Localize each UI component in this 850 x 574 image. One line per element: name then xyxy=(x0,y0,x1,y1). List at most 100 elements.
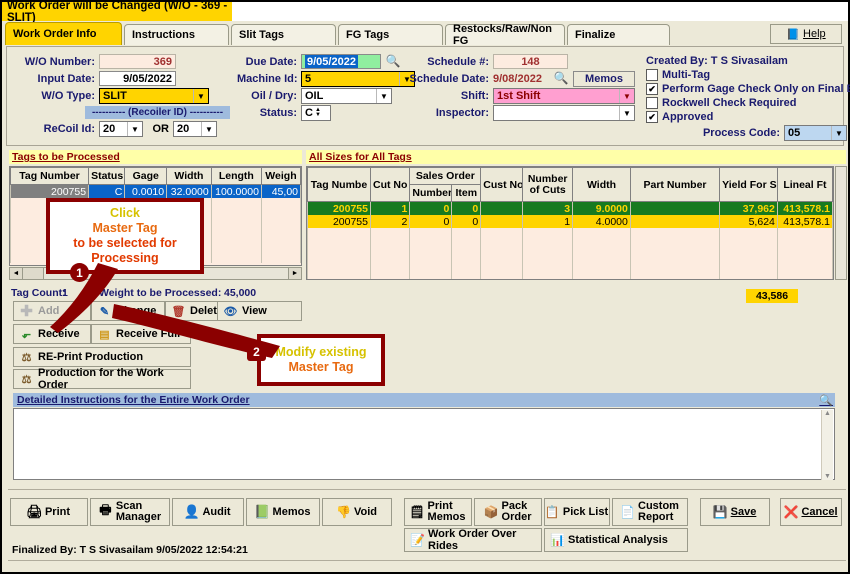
status-label: Status: xyxy=(237,107,297,119)
scroll-left-arrow-icon[interactable]: ◄ xyxy=(10,268,23,279)
memos-button-bottom[interactable]: 📗 Memos xyxy=(246,498,320,526)
schedule-date-lookup-icon[interactable]: 🔍 xyxy=(553,70,569,85)
table-row-empty: . xyxy=(308,228,833,241)
override-icon: 📝 xyxy=(411,534,424,547)
table-row[interactable]: 200755 C 0.0010 32.0000 100.0000 45,00 xyxy=(11,185,301,199)
oil-dry-label: Oil / Dry: xyxy=(237,90,297,102)
tab-instructions[interactable]: Instructions xyxy=(124,24,229,45)
statistical-analysis-label: Statistical Analysis xyxy=(568,534,668,546)
table-row[interactable]: 200755 1 0 0 3 9.0000 37,962 413,578.1 xyxy=(308,202,833,216)
checkbox-label: Approved xyxy=(662,111,713,123)
tab-restocks-raw-non-fg[interactable]: Restocks/Raw/Non FG xyxy=(445,24,565,45)
print-memos-button[interactable]: 🗒 PrintMemos xyxy=(404,498,472,526)
cell-yield-for-size: 5,624 xyxy=(720,215,778,228)
cell-status: C xyxy=(89,185,125,199)
pack-order-line2: Order xyxy=(502,512,532,523)
spinner-arrows-icon[interactable]: ▲▼ xyxy=(315,108,322,118)
detailed-instructions-textarea[interactable]: ▲▼ xyxy=(13,408,835,480)
custom-report-button[interactable]: 📄 CustomReport xyxy=(612,498,688,526)
pack-order-button[interactable]: 📦 PackOrder xyxy=(474,498,542,526)
cancel-icon: ❌ xyxy=(784,506,797,519)
audit-button[interactable]: 👤 Audit xyxy=(172,498,244,526)
annotation-1-line-2: Master Tag xyxy=(92,221,157,236)
oil-dry-combo[interactable]: OIL ▼ xyxy=(301,88,392,104)
help-button[interactable]: 📘 Help xyxy=(770,24,842,44)
plus-icon: ✚ xyxy=(20,305,33,318)
list-icon: 📋 xyxy=(546,506,559,519)
work-order-over-rides-button[interactable]: 📝 Work Order Over Rides xyxy=(404,528,542,552)
col-width: Width xyxy=(573,168,631,202)
annotation-badge-1: 1 xyxy=(70,263,89,282)
cell-length: 100.0000 xyxy=(211,185,261,199)
scan-manager-button[interactable]: 🖶 ScanManager xyxy=(90,498,170,526)
status-value: C xyxy=(305,107,313,119)
all-sizes-grid[interactable]: Tag Numbe Cut No Sales Order Cust No Num… xyxy=(306,166,834,280)
wo-type-combo[interactable]: SLIT ▼ xyxy=(99,88,209,104)
recoil-id-2-combo[interactable]: 20 ▼ xyxy=(173,121,217,137)
col-cut-no: Cut No xyxy=(371,168,410,202)
notepad-icon: 🗒 xyxy=(411,506,424,519)
recoil-id-2-value: 20 xyxy=(177,123,189,135)
memos-button-top[interactable]: Memos xyxy=(573,71,635,87)
tags-to-be-processed-title: Tags to be Processed xyxy=(9,150,302,164)
production-for-work-order-button[interactable]: ⚖ Production for the Work Order xyxy=(13,369,191,389)
due-date-lookup-icon[interactable]: 🔍 xyxy=(385,53,401,68)
magnifier-icon[interactable]: 🔍 xyxy=(819,394,835,407)
checkbox-label: Perform Gage Check Only on Final Break xyxy=(662,83,850,95)
scroll-right-arrow-icon[interactable]: ► xyxy=(288,268,301,279)
checkbox-multi-tag[interactable]: Multi-Tag xyxy=(646,69,710,81)
scanner-icon: 🖶 xyxy=(99,506,112,519)
receive-icon: ⬐ xyxy=(20,328,33,341)
shift-combo[interactable]: 1st Shift ▼ xyxy=(493,88,635,104)
chart-icon: 📊 xyxy=(551,534,564,547)
statistical-analysis-button[interactable]: 📊 Statistical Analysis xyxy=(544,528,688,552)
machine-id-label: Machine Id: xyxy=(237,73,297,85)
print-button-label: Print xyxy=(45,506,70,518)
tab-slit-tags[interactable]: Slit Tags xyxy=(231,24,336,45)
cell-number-of-cuts: 1 xyxy=(523,215,573,228)
wo-number-label: W/O Number: xyxy=(15,56,95,68)
void-button[interactable]: 👎 Void xyxy=(322,498,392,526)
due-date-field[interactable]: 9/05/2022 xyxy=(301,54,381,69)
cell-number-of-cuts: 3 xyxy=(523,202,573,216)
checkbox-approved[interactable]: ✔ Approved xyxy=(646,111,713,123)
scroll-down-arrow-icon[interactable]: ▼ xyxy=(824,473,831,480)
instructions-vertical-scrollbar[interactable]: ▲▼ xyxy=(821,410,833,480)
process-code-combo[interactable]: 05 ▼ xyxy=(784,125,847,141)
pick-list-button[interactable]: 📋 Pick List xyxy=(544,498,610,526)
checkbox-perform-gage-check[interactable]: ✔ Perform Gage Check Only on Final Break xyxy=(646,83,850,95)
status-spinner[interactable]: C ▲▼ xyxy=(301,105,331,121)
shift-label: Shift: xyxy=(437,90,489,102)
save-button-label: Save xyxy=(731,506,757,518)
work-order-over-rides-label: Work Order Over Rides xyxy=(428,528,541,552)
table-header-row-1: Tag Numbe Cut No Sales Order Cust No Num… xyxy=(308,168,833,185)
machine-id-combo[interactable]: 5 ▼ xyxy=(301,71,415,87)
save-icon: 💾 xyxy=(714,506,727,519)
cell-tag-number: 200755 xyxy=(308,202,371,216)
tab-strip: Work Order Info Instructions Slit Tags F… xyxy=(5,24,845,45)
scroll-thumb[interactable] xyxy=(23,268,44,279)
tab-finalize[interactable]: Finalize xyxy=(567,24,670,45)
input-date-field[interactable]: 9/05/2022 xyxy=(99,71,176,86)
print-button[interactable]: 🖨 Print xyxy=(10,498,88,526)
cancel-button[interactable]: ❌ Cancel xyxy=(780,498,842,526)
report-icon: 📄 xyxy=(621,506,634,519)
production-for-work-order-label: Production for the Work Order xyxy=(38,367,190,391)
checkbox-rockwell-check-required[interactable]: Rockwell Check Required xyxy=(646,97,797,109)
checkbox-box-icon xyxy=(646,97,658,109)
inspector-combo[interactable]: ▼ xyxy=(493,105,635,121)
all-sizes-vertical-scrollbar[interactable] xyxy=(835,166,847,280)
tab-fg-tags[interactable]: FG Tags xyxy=(338,24,443,45)
process-code-value: 05 xyxy=(788,127,800,139)
table-row[interactable]: 200755 2 0 0 1 4.0000 5,624 413,578.1 xyxy=(308,215,833,228)
void-button-label: Void xyxy=(354,506,377,518)
annotation-2-line-2: Master Tag xyxy=(288,360,353,375)
scroll-up-arrow-icon[interactable]: ▲ xyxy=(824,410,831,417)
printer-icon: 🖨 xyxy=(28,506,41,519)
cell-so-number: 0 xyxy=(410,202,452,216)
save-button[interactable]: 💾 Save xyxy=(700,498,770,526)
col-weight: Weigh xyxy=(261,168,300,185)
shift-value: 1st Shift xyxy=(497,90,540,102)
recoil-id-combo[interactable]: 20 ▼ xyxy=(99,121,143,137)
tab-work-order-info[interactable]: Work Order Info xyxy=(5,22,122,45)
